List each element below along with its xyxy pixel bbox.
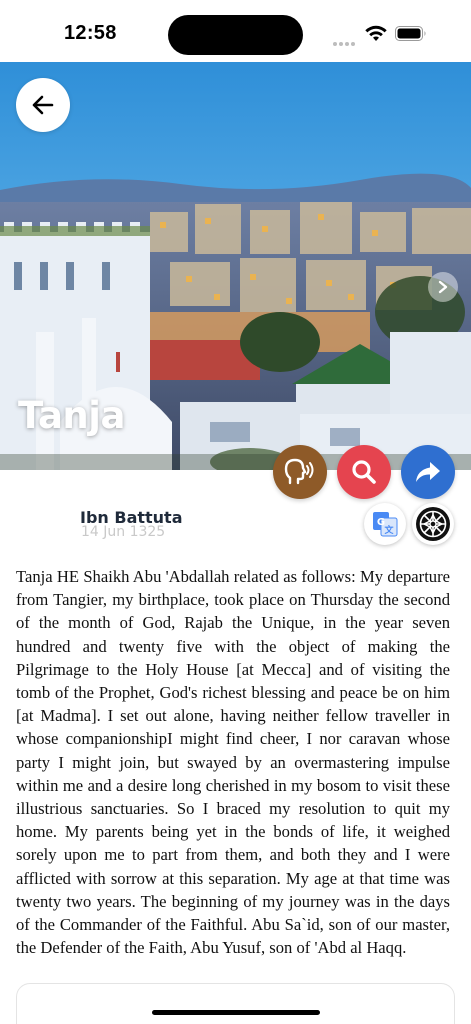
status-bar: 12:58 — [0, 0, 471, 62]
translate-button[interactable]: G 文 — [364, 503, 406, 545]
battery-icon — [395, 26, 426, 41]
back-button[interactable] — [16, 78, 70, 132]
status-time: 12:58 — [64, 22, 117, 44]
audio-button[interactable] — [273, 445, 327, 499]
share-button[interactable] — [401, 445, 455, 499]
dynamic-island — [168, 15, 303, 55]
share-arrow-icon — [416, 462, 440, 482]
bottom-card — [16, 983, 455, 1024]
chevron-right-icon — [438, 280, 448, 294]
home-indicator — [152, 1010, 320, 1015]
page-title: Tanja — [18, 394, 125, 437]
author-name: Ibn Battuta — [80, 508, 183, 527]
arrow-left-icon — [32, 95, 54, 115]
translate-icon: G 文 — [373, 512, 398, 537]
signal-dots-icon — [333, 33, 357, 46]
wifi-icon — [365, 25, 387, 41]
speaking-head-icon — [284, 458, 314, 485]
search-button[interactable] — [337, 445, 391, 499]
hero-image: Tanja — [0, 62, 471, 470]
article-body: Tanja HE Shaikh Abu 'Abdallah related as… — [16, 567, 450, 958]
next-image-button[interactable] — [428, 272, 458, 302]
svg-text:文: 文 — [383, 524, 394, 536]
star-pattern-icon — [416, 507, 450, 541]
search-icon — [352, 460, 376, 484]
pattern-button[interactable] — [412, 503, 454, 545]
